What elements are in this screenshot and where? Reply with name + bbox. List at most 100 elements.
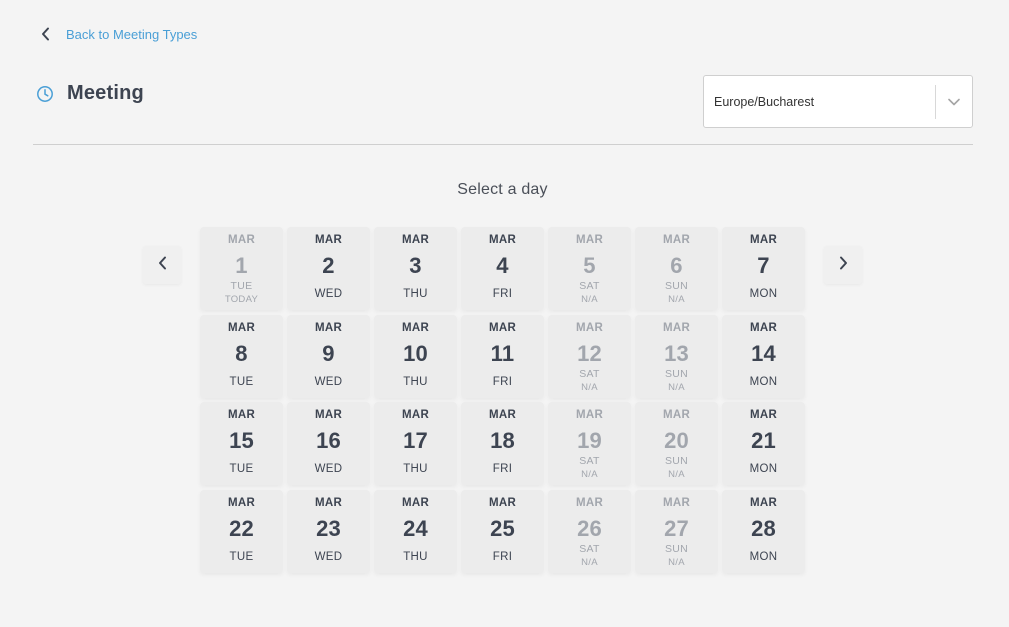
timezone-select[interactable]: Europe/Bucharest (703, 75, 973, 128)
day-weekday: MON (749, 463, 778, 475)
day-month: MAR (575, 409, 604, 421)
day-tile[interactable]: MAR 16 WED (287, 402, 370, 485)
day-tile: MAR 6 SUN N/A (635, 227, 718, 310)
page-title: Meeting (67, 82, 144, 104)
day-tile[interactable]: MAR 28 MON (722, 489, 805, 573)
chevron-left-icon (158, 256, 167, 275)
day-weekday: WED (314, 288, 343, 300)
day-weekday: WED (314, 375, 343, 388)
day-number: 24 (403, 515, 428, 541)
day-month: MAR (662, 496, 691, 509)
day-weekday: SUN (664, 455, 689, 467)
day-number: 16 (316, 428, 341, 453)
day-status: N/A (581, 556, 598, 568)
back-link-label[interactable]: Back to Meeting Types (66, 27, 197, 42)
day-weekday: TUE (229, 375, 254, 388)
day-tile[interactable]: MAR 3 THU (374, 227, 457, 310)
day-tile[interactable]: MAR 18 FRI (461, 402, 544, 485)
chevron-left-icon (38, 26, 52, 42)
day-weekday: WED (314, 550, 343, 563)
day-tile[interactable]: MAR 22 TUE (200, 489, 283, 573)
header-divider (33, 144, 973, 145)
day-number: 12 (577, 340, 602, 366)
select-day-heading: Select a day (457, 181, 548, 198)
day-month: MAR (401, 409, 430, 421)
day-tile[interactable]: MAR 10 THU (374, 314, 457, 398)
day-tile[interactable]: MAR 23 WED (287, 489, 370, 573)
day-tile[interactable]: MAR 17 THU (374, 402, 457, 485)
day-status: N/A (581, 381, 598, 393)
day-grid: MAR 1 TUE TODAY MAR 2 WED MAR 3 THU MAR 4 FRI MAR 5 SAT… (200, 227, 805, 573)
day-tile: MAR 13 SUN N/A (635, 314, 718, 398)
back-to-meeting-types-link[interactable]: Back to Meeting Types (38, 26, 197, 42)
day-status: N/A (581, 469, 598, 480)
page-header: Meeting (36, 82, 144, 105)
day-month: MAR (314, 496, 343, 509)
day-month: MAR (314, 409, 343, 421)
day-number: 15 (229, 428, 254, 453)
day-number: 23 (316, 515, 341, 541)
day-month: MAR (749, 234, 778, 246)
day-month: MAR (575, 234, 604, 246)
day-tile: MAR 19 SAT N/A (548, 402, 631, 485)
day-tile[interactable]: MAR 7 MON (722, 227, 805, 310)
day-month: MAR (227, 321, 256, 334)
day-number: 25 (490, 515, 515, 541)
previous-week-button[interactable] (143, 246, 181, 284)
day-month: MAR (314, 234, 343, 246)
day-tile[interactable]: MAR 21 MON (722, 402, 805, 485)
day-number: 6 (670, 253, 683, 278)
day-number: 5 (583, 253, 596, 278)
day-status: N/A (668, 381, 685, 393)
day-number: 2 (322, 253, 335, 278)
day-tile[interactable]: MAR 14 MON (722, 314, 805, 398)
next-week-button[interactable] (824, 246, 862, 284)
day-month: MAR (662, 321, 691, 334)
day-status: TODAY (224, 294, 259, 305)
day-tile[interactable]: MAR 24 THU (374, 489, 457, 573)
day-month: MAR (488, 496, 517, 509)
day-tile[interactable]: MAR 9 WED (287, 314, 370, 398)
day-tile[interactable]: MAR 2 WED (287, 227, 370, 310)
day-month: MAR (227, 234, 256, 246)
day-month: MAR (488, 409, 517, 421)
day-number: 22 (229, 515, 254, 541)
day-weekday: SAT (579, 542, 600, 555)
day-weekday: THU (403, 375, 428, 388)
day-number: 20 (664, 428, 689, 453)
day-number: 3 (409, 253, 422, 278)
day-number: 14 (751, 340, 776, 366)
day-number: 28 (751, 515, 776, 541)
day-tile[interactable]: MAR 15 TUE (200, 402, 283, 485)
day-weekday: FRI (492, 288, 513, 300)
day-tile[interactable]: MAR 4 FRI (461, 227, 544, 310)
chevron-down-icon[interactable] (936, 98, 972, 106)
day-month: MAR (401, 234, 430, 246)
day-month: MAR (401, 321, 430, 334)
day-weekday: MON (749, 375, 778, 388)
day-tile[interactable]: MAR 25 FRI (461, 489, 544, 573)
day-weekday: FRI (492, 463, 513, 475)
day-number: 9 (322, 340, 335, 366)
day-month: MAR (749, 321, 778, 334)
day-number: 10 (403, 340, 428, 366)
day-weekday: THU (403, 463, 428, 475)
day-month: MAR (488, 321, 517, 334)
day-tile: MAR 5 SAT N/A (548, 227, 631, 310)
chevron-right-icon (839, 256, 848, 275)
day-number: 4 (496, 253, 509, 278)
day-tile: MAR 12 SAT N/A (548, 314, 631, 398)
day-month: MAR (314, 321, 343, 334)
day-number: 27 (664, 515, 689, 541)
day-weekday: TUE (229, 463, 254, 475)
day-tile[interactable]: MAR 11 FRI (461, 314, 544, 398)
day-weekday: WED (314, 463, 343, 475)
day-weekday: SAT (579, 455, 600, 467)
day-month: MAR (662, 234, 691, 246)
day-weekday: SAT (579, 280, 600, 292)
day-tile[interactable]: MAR 8 TUE (200, 314, 283, 398)
day-weekday: THU (403, 288, 428, 300)
day-status: N/A (581, 294, 598, 305)
day-weekday: MON (749, 550, 778, 563)
day-weekday: MON (749, 288, 778, 300)
